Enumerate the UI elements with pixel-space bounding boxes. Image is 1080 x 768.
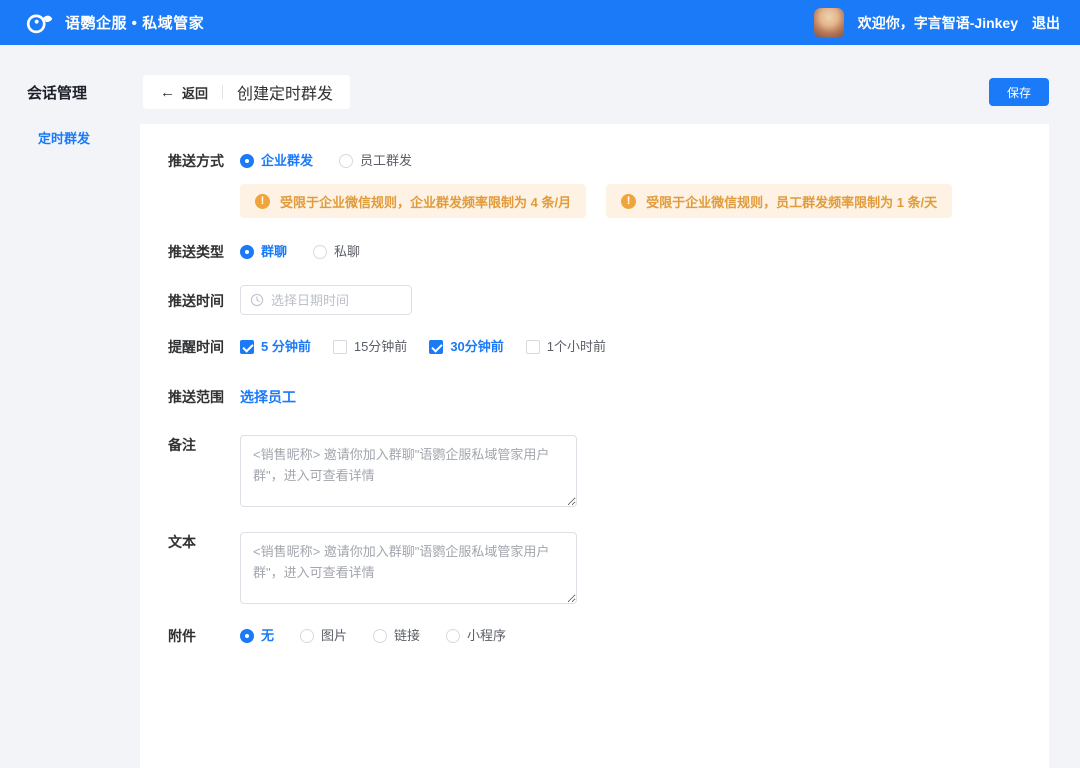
checkbox-1-hour-before[interactable]: 1个小时前 <box>526 337 606 357</box>
radio-icon <box>240 629 254 643</box>
radio-icon <box>300 629 314 643</box>
text-row: 文本 <销售昵称> 邀请你加入群聊"语鹦企服私域管家用户群"，进入可查看详情 <box>168 532 1049 604</box>
clock-icon <box>250 293 264 307</box>
warning-enterprise-limit: ! 受限于企业微信规则，企业群发频率限制为 4 条/月 <box>240 184 586 218</box>
push-time-label: 推送时间 <box>168 285 240 311</box>
radio-attachment-image[interactable]: 图片 <box>300 626 347 646</box>
radio-icon <box>240 154 254 168</box>
checkbox-30-min-before[interactable]: 30分钟前 <box>429 337 503 357</box>
radio-attachment-none[interactable]: 无 <box>240 626 274 646</box>
attachment-label: 附件 <box>168 626 240 646</box>
text-textarea[interactable]: <销售昵称> 邀请你加入群聊"语鹦企服私域管家用户群"，进入可查看详情 <box>240 532 577 604</box>
push-method-row: 推送方式 企业群发 员工群发 <box>168 151 1049 171</box>
radio-attachment-miniprogram[interactable]: 小程序 <box>446 626 506 646</box>
main-area: ← 返回 创建定时群发 保存 推送方式 企业群发 <box>140 45 1080 768</box>
user-area: 欢迎你，字言智语-Jinkey 退出 <box>814 8 1060 38</box>
sidebar: 会话管理 定时群发 <box>0 45 140 768</box>
form-card: 推送方式 企业群发 员工群发 ! 受限于企业微信规则，企业群发频率限制为 <box>140 124 1049 768</box>
radio-group-chat[interactable]: 群聊 <box>240 242 287 262</box>
checkbox-icon <box>333 340 347 354</box>
remind-time-label: 提醒时间 <box>168 337 240 357</box>
select-staff-link[interactable]: 选择员工 <box>240 387 296 407</box>
push-type-row: 推送类型 群聊 私聊 <box>168 242 1049 262</box>
top-toolbar: ← 返回 创建定时群发 保存 <box>143 75 1049 109</box>
radio-icon <box>313 245 327 259</box>
attachment-row: 附件 无 图片 链接 小程序 <box>168 626 1049 646</box>
push-scope-row: 推送范围 选择员工 <box>168 387 1049 407</box>
warning-text: 受限于企业微信规则，员工群发频率限制为 1 条/天 <box>646 192 937 211</box>
checkbox-icon <box>429 340 443 354</box>
checkbox-icon <box>240 340 254 354</box>
datetime-input[interactable] <box>271 293 402 308</box>
logout-button[interactable]: 退出 <box>1032 13 1060 33</box>
app-header: 语鹦企服 • 私域管家 欢迎你，字言智语-Jinkey 退出 <box>0 0 1080 45</box>
welcome-text: 欢迎你，字言智语-Jinkey <box>858 13 1018 33</box>
text-label: 文本 <box>168 532 240 552</box>
push-scope-label: 推送范围 <box>168 387 240 407</box>
save-button[interactable]: 保存 <box>989 78 1049 106</box>
checkbox-15-min-before[interactable]: 15分钟前 <box>333 337 407 357</box>
radio-icon <box>240 245 254 259</box>
breadcrumb-divider <box>222 85 223 99</box>
radio-icon <box>373 629 387 643</box>
checkbox-icon <box>526 340 540 354</box>
checkbox-5-min-before[interactable]: 5 分钟前 <box>240 337 311 357</box>
datetime-picker[interactable] <box>240 285 412 315</box>
sidebar-item-scheduled-broadcast[interactable]: 定时群发 <box>27 128 140 147</box>
brand-title: 语鹦企服 • 私域管家 <box>65 12 204 33</box>
exclamation-circle-icon: ! <box>255 194 270 209</box>
radio-icon <box>339 154 353 168</box>
note-label: 备注 <box>168 435 240 455</box>
back-label: 返回 <box>182 83 208 102</box>
radio-staff-broadcast[interactable]: 员工群发 <box>339 151 412 171</box>
radio-enterprise-broadcast[interactable]: 企业群发 <box>240 151 313 171</box>
note-row: 备注 <销售昵称> 邀请你加入群聊"语鹦企服私域管家用户群"，进入可查看详情 <box>168 435 1049 507</box>
breadcrumb: ← 返回 创建定时群发 <box>143 75 350 109</box>
remind-time-row: 提醒时间 5 分钟前 15分钟前 30分钟前 <box>168 337 1049 357</box>
page-title: 创建定时群发 <box>237 80 333 104</box>
radio-attachment-link[interactable]: 链接 <box>373 626 420 646</box>
radio-private-chat[interactable]: 私聊 <box>313 242 360 262</box>
warning-text: 受限于企业微信规则，企业群发频率限制为 4 条/月 <box>280 192 571 211</box>
parrot-logo-icon <box>22 7 54 39</box>
warning-staff-limit: ! 受限于企业微信规则，员工群发频率限制为 1 条/天 <box>606 184 952 218</box>
back-button[interactable]: ← 返回 <box>160 83 208 102</box>
sidebar-section-title: 会话管理 <box>27 82 140 103</box>
radio-icon <box>446 629 460 643</box>
brand: 语鹦企服 • 私域管家 <box>22 7 204 39</box>
back-arrow-icon: ← <box>160 85 175 100</box>
warning-banners: ! 受限于企业微信规则，企业群发频率限制为 4 条/月 ! 受限于企业微信规则，… <box>240 184 1049 218</box>
exclamation-circle-icon: ! <box>621 194 636 209</box>
user-avatar <box>814 8 844 38</box>
note-textarea[interactable]: <销售昵称> 邀请你加入群聊"语鹦企服私域管家用户群"，进入可查看详情 <box>240 435 577 507</box>
push-time-row: 推送时间 <box>168 285 1049 315</box>
push-type-label: 推送类型 <box>168 242 240 262</box>
push-method-label: 推送方式 <box>168 151 240 171</box>
